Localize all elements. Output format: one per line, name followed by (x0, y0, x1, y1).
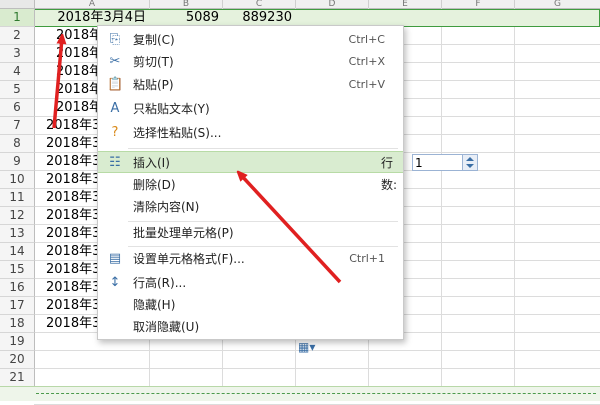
row-header-9[interactable]: 9 (0, 153, 35, 171)
chevron-up-icon[interactable] (466, 157, 474, 161)
menu-item-copy[interactable]: ⎘ 复制(C) Ctrl+C (98, 29, 403, 51)
row-header-21[interactable]: 21 (0, 369, 35, 387)
grid-line (34, 368, 600, 369)
menu-item-cut[interactable]: ✂ 剪切(T) Ctrl+X (98, 51, 403, 73)
menu-separator (128, 246, 398, 247)
menu-item-batch[interactable]: 批量处理单元格(P) (98, 222, 403, 244)
insert-rows-icon: ☷ (109, 155, 121, 170)
cell-a3[interactable]: 2018年 (56, 45, 97, 63)
select-all-corner[interactable] (0, 0, 35, 9)
insert-rows-input[interactable] (415, 155, 459, 170)
context-menu: ⎘ 复制(C) Ctrl+C ✂ 剪切(T) Ctrl+X 📋 粘贴(P) Ct… (97, 25, 478, 340)
row-header-6[interactable]: 6 (0, 99, 35, 117)
row-header-1[interactable]: 1 (0, 9, 35, 27)
cell-a13[interactable]: 2018年3 (46, 225, 97, 243)
paste-text-icon: A (110, 101, 120, 116)
row-header-11[interactable]: 11 (0, 189, 35, 207)
cell-a4[interactable]: 2018年 (56, 63, 97, 81)
menu-item-row-height[interactable]: ↕ 行高(R)... (98, 272, 403, 294)
scissors-icon: ✂ (109, 54, 121, 69)
paste-options-button[interactable]: ▦▾ (298, 340, 328, 356)
paste-options-icon: ▦▾ (298, 340, 316, 354)
row-header-3[interactable]: 3 (0, 45, 35, 63)
row-header-12[interactable]: 12 (0, 207, 35, 225)
column-header-e[interactable]: E (369, 0, 442, 9)
row-header-16[interactable]: 16 (0, 279, 35, 297)
cell-a6[interactable]: 2018年 (56, 99, 97, 117)
row-header-8[interactable]: 8 (0, 135, 35, 153)
row-header-20[interactable]: 20 (0, 351, 35, 369)
cell-a11[interactable]: 2018年3 (46, 189, 97, 207)
column-header-c[interactable]: C (223, 0, 296, 9)
row-header-4[interactable]: 4 (0, 63, 35, 81)
cell-a15[interactable]: 2018年3 (46, 261, 97, 279)
cell-a16[interactable]: 2018年3 (46, 279, 97, 297)
column-header-a[interactable]: A (35, 0, 150, 9)
copy-marquee (36, 393, 596, 394)
row-height-icon: ↕ (109, 275, 121, 290)
menu-item-insert[interactable]: ☷ 插入(I) 行数: (98, 151, 478, 192)
cell-a10[interactable]: 2018年3 (46, 171, 97, 189)
menu-separator (128, 148, 398, 149)
menu-item-format-cells[interactable]: ▤ 设置单元格格式(F)... Ctrl+1 (98, 248, 403, 270)
cell-a14[interactable]: 2018年3 (46, 243, 97, 261)
menu-item-paste-text[interactable]: A 只粘贴文本(Y) (98, 98, 403, 120)
row-header-7[interactable]: 7 (0, 117, 35, 135)
cell-a17[interactable]: 2018年3 (46, 297, 97, 315)
row-header-19[interactable]: 19 (0, 333, 35, 351)
menu-item-hide[interactable]: 隐藏(H) (98, 294, 403, 316)
column-header-d[interactable]: D (296, 0, 369, 9)
stepper-buttons[interactable] (462, 155, 477, 170)
column-header-b[interactable]: B (150, 0, 223, 9)
cell-a9[interactable]: 2018年3 (46, 153, 97, 171)
row-header-14[interactable]: 14 (0, 243, 35, 261)
row-header-10[interactable]: 10 (0, 171, 35, 189)
menu-item-clear[interactable]: 清除内容(N) (98, 196, 403, 218)
cell-a12[interactable]: 2018年3 (46, 207, 97, 225)
cell-a7[interactable]: 2018年3 (46, 117, 97, 135)
row-header-17[interactable]: 17 (0, 297, 35, 315)
paste-special-icon: ? (111, 125, 119, 140)
paste-icon: 📋 (107, 77, 124, 92)
row-header-2[interactable]: 2 (0, 27, 35, 45)
column-header-g[interactable]: G (515, 0, 600, 9)
cell-a18[interactable]: 2018年3 (46, 315, 97, 333)
menu-item-paste[interactable]: 📋 粘贴(P) Ctrl+V (98, 74, 403, 96)
copy-icon: ⎘ (109, 32, 121, 47)
cell-a2[interactable]: 2018年 (56, 27, 97, 45)
format-cells-icon: ▤ (108, 251, 122, 266)
cell-a8[interactable]: 2018年3 (46, 135, 97, 153)
row-header-5[interactable]: 5 (0, 81, 35, 99)
menu-item-paste-special[interactable]: ? 选择性粘贴(S)... (98, 122, 403, 144)
chevron-down-icon[interactable] (466, 164, 474, 168)
row-header-13[interactable]: 13 (0, 225, 35, 243)
menu-item-unhide[interactable]: 取消隐藏(U) (98, 316, 403, 338)
cell-a5[interactable]: 2018年 (56, 81, 97, 99)
row-header-18[interactable]: 18 (0, 315, 35, 333)
column-header-f[interactable]: F (442, 0, 515, 9)
insert-rows-stepper[interactable] (412, 154, 478, 171)
menu-item-delete[interactable]: 删除(D) (98, 174, 403, 196)
row-header-15[interactable]: 15 (0, 261, 35, 279)
